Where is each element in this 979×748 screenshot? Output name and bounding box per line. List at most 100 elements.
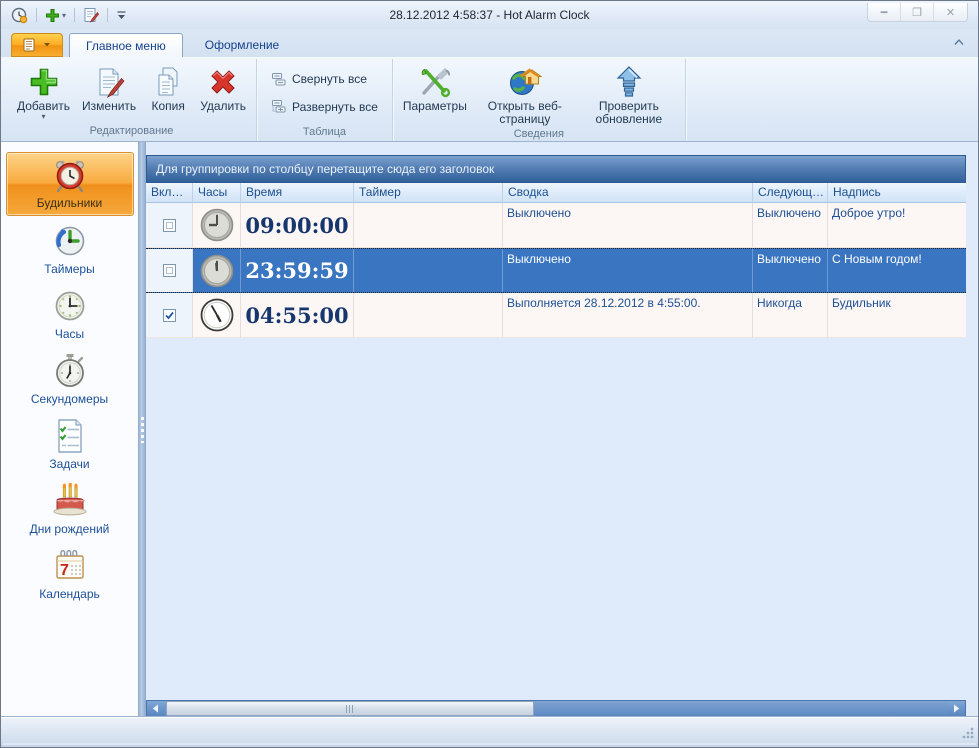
time-cell: 04:55:00 xyxy=(241,293,354,338)
category-sidebar: Будильники Таймеры Часы Секундомеры Зада… xyxy=(1,142,138,717)
add-button[interactable]: Добавить ▾ xyxy=(11,61,76,122)
group-by-drop-zone[interactable]: Для группировки по столбцу перетащите сю… xyxy=(146,155,966,183)
app-menu-icon xyxy=(23,38,35,52)
clock-cell xyxy=(193,203,241,248)
quick-add-button[interactable]: ▾ xyxy=(43,7,68,24)
caption-cell: Будильник xyxy=(828,293,966,338)
collapse-all-button[interactable]: Свернуть все xyxy=(267,69,382,89)
caption-cell: Доброе утро! xyxy=(828,203,966,248)
toolbar-separator xyxy=(74,8,76,22)
delete-button-label: Удалить xyxy=(200,99,247,113)
column-header-summary[interactable]: Сводка xyxy=(503,183,753,203)
web-page-icon xyxy=(508,64,542,100)
sidebar-item-label: Задачи xyxy=(49,456,90,471)
delete-button[interactable]: Удалить xyxy=(194,61,252,114)
tab-main-menu[interactable]: Главное меню xyxy=(69,33,183,57)
time-cell: 23:59:59 xyxy=(241,249,354,292)
open-webpage-button[interactable]: Открыть веб-страницу xyxy=(473,61,577,127)
edit-button-label: Изменить xyxy=(82,99,137,113)
column-header-timer[interactable]: Таймер xyxy=(354,183,503,203)
scroll-left-button[interactable] xyxy=(147,701,164,716)
arrow-left-icon xyxy=(152,704,158,713)
sidebar-item-tasks[interactable]: Задачи xyxy=(6,412,134,476)
enabled-checkbox[interactable] xyxy=(146,203,193,248)
summary-cell: Выключено xyxy=(503,249,753,292)
copy-button[interactable]: Копия xyxy=(142,61,194,114)
tasks-icon xyxy=(57,418,82,453)
edit-button[interactable]: Изменить xyxy=(76,61,142,114)
expand-all-icon xyxy=(272,100,286,113)
minimize-button[interactable]: ━ xyxy=(868,3,901,21)
options-button[interactable]: Параметры xyxy=(397,61,473,114)
close-button[interactable]: ✕ xyxy=(934,3,967,21)
application-menu-button[interactable] xyxy=(11,33,63,57)
window-controls: ━ ❐ ✕ xyxy=(867,3,968,22)
sidebar-item-calendar[interactable]: 7 Календарь xyxy=(6,542,134,606)
table-row[interactable]: 04:55:00 Выполняется 28.12.2012 в 4:55:0… xyxy=(146,293,966,338)
sidebar-item-label: Дни рождений xyxy=(29,521,110,536)
tab-appearance[interactable]: Оформление xyxy=(189,33,295,57)
enabled-checkbox[interactable] xyxy=(146,249,193,292)
sidebar-item-clocks[interactable]: Часы xyxy=(6,282,134,346)
scrollbar-track[interactable] xyxy=(534,701,948,716)
column-header-clock[interactable]: Часы xyxy=(193,183,241,203)
next-cell: Никогда xyxy=(753,293,828,338)
scrollbar-thumb[interactable] xyxy=(166,701,534,716)
group-label-info: Сведения xyxy=(513,128,564,140)
sidebar-item-birthdays[interactable]: Дни рождений xyxy=(6,477,134,541)
titlebar: ▾ 28.12.2012 4:58:37 - Hot Alarm Clock ━… xyxy=(1,1,978,29)
column-header-caption[interactable]: Надпись xyxy=(828,183,966,203)
app-clock-icon xyxy=(9,6,30,25)
window-title: 28.12.2012 4:58:37 - Hot Alarm Clock xyxy=(389,8,590,22)
copy-button-label: Копия xyxy=(151,99,185,113)
analog-clock-icon xyxy=(200,298,233,332)
quick-access-toolbar: ▾ xyxy=(1,6,129,25)
caption-cell: С Новым годом! xyxy=(832,252,922,266)
column-header-next[interactable]: Следующий... xyxy=(753,183,828,203)
sidebar-item-stopwatches[interactable]: Секундомеры xyxy=(6,347,134,411)
collapse-all-icon xyxy=(272,73,286,86)
sidebar-splitter[interactable] xyxy=(138,142,146,717)
sidebar-item-timers[interactable]: Таймеры xyxy=(6,217,134,281)
enabled-checkbox[interactable] xyxy=(146,293,193,338)
chevron-up-icon xyxy=(954,39,964,45)
maximize-button[interactable]: ❐ xyxy=(901,3,934,21)
collapse-all-label: Свернуть все xyxy=(292,72,367,86)
table-row-selected[interactable]: 23:59:59 Выключено Выключено С Новым год… xyxy=(146,248,966,293)
checkbox-checked-icon xyxy=(162,308,176,322)
quick-edit-button[interactable] xyxy=(81,6,101,24)
group-label-table: Таблица xyxy=(302,126,347,138)
check-update-button-label: Проверить обновление xyxy=(595,99,663,126)
options-button-label: Параметры xyxy=(402,99,467,113)
chevron-down-icon xyxy=(44,43,50,47)
column-header-enabled[interactable]: Вклю... xyxy=(146,183,193,203)
collapse-ribbon-button[interactable] xyxy=(952,34,966,52)
birthday-cake-icon xyxy=(53,482,86,515)
table-row[interactable]: 09:00:00 Выключено Выключено Доброе утро… xyxy=(146,203,966,248)
expand-all-button[interactable]: Развернуть все xyxy=(267,97,382,117)
check-update-button[interactable]: Проверить обновление xyxy=(577,61,681,127)
customize-qat-button[interactable] xyxy=(114,9,129,22)
main-area: Будильники Таймеры Часы Секундомеры Зада… xyxy=(1,142,978,717)
splitter-grip-icon xyxy=(140,416,144,443)
checkbox-unchecked-icon xyxy=(162,218,176,232)
resize-grip[interactable] xyxy=(962,727,974,739)
clock-cell xyxy=(193,293,241,338)
svg-text:7: 7 xyxy=(60,562,69,579)
summary-cell: Выполняется 28.12.2012 в 4:55:00. xyxy=(503,293,753,338)
tools-icon xyxy=(418,64,452,100)
column-header-time[interactable]: Время xyxy=(241,183,354,203)
horizontal-scrollbar[interactable] xyxy=(146,700,966,717)
analog-clock-icon xyxy=(200,208,233,242)
checkbox-unchecked-icon xyxy=(162,264,176,277)
sidebar-item-alarms[interactable]: Будильники xyxy=(5,152,134,216)
thumb-grip-icon xyxy=(345,704,355,713)
expand-all-label: Развернуть все xyxy=(292,100,378,114)
timer-icon xyxy=(55,226,84,255)
sidebar-item-label: Таймеры xyxy=(44,261,95,276)
stopwatch-icon xyxy=(55,353,84,387)
delete-icon xyxy=(207,64,239,100)
group-label-editing: Редактирование xyxy=(89,125,174,137)
alarm-clock-icon xyxy=(55,160,84,192)
scroll-right-button[interactable] xyxy=(948,701,965,716)
